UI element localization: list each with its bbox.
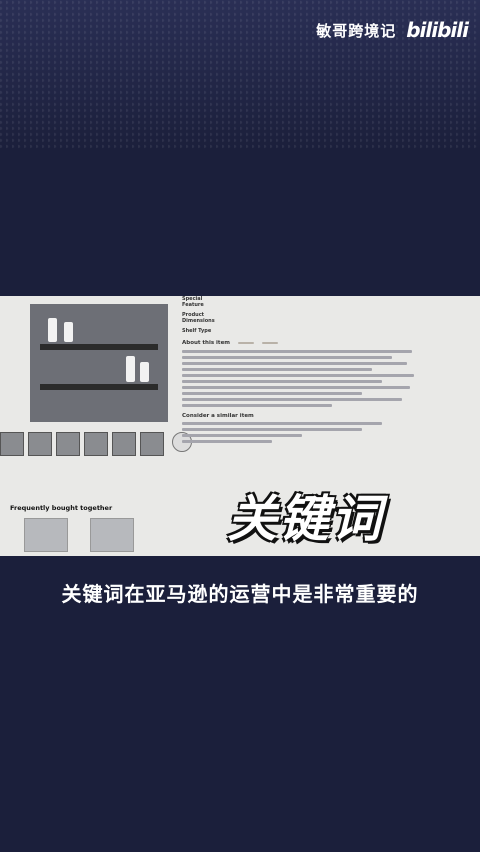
thumbnail[interactable]	[0, 432, 24, 456]
bottle	[140, 362, 149, 382]
bottle	[48, 318, 57, 342]
subtitle: 关键词在亚马逊的运营中是非常重要的	[61, 582, 419, 606]
frequently-bought-title: Frequently bought together	[10, 504, 113, 512]
fbt-product[interactable]	[90, 518, 134, 552]
bottle	[126, 356, 135, 382]
bilibili-logo: bilibili	[406, 18, 469, 42]
similar-item-title: Consider a similar item	[182, 413, 254, 419]
shelf-rack	[40, 384, 158, 390]
thumbnail[interactable]	[140, 432, 164, 456]
about-title-text: About this item	[182, 340, 231, 346]
detail-key: Shelf Type	[182, 328, 212, 334]
thumbnail[interactable]	[84, 432, 108, 456]
channel-watermark: 敏哥跨境记 bilibili	[316, 18, 469, 42]
product-details: Special Feature Product Dimensions Shelf…	[182, 296, 432, 446]
thumbnail[interactable]	[112, 432, 136, 456]
fbt-product[interactable]	[24, 518, 68, 552]
detail-key: Special Feature	[182, 296, 204, 308]
about-tag[interactable]	[237, 342, 254, 344]
about-tag[interactable]	[261, 342, 278, 344]
about-title: About this item	[182, 340, 432, 346]
shelf-rack	[40, 344, 158, 350]
detail-row: Special Feature	[182, 296, 432, 308]
detail-key: Product Dimensions	[182, 312, 215, 324]
thumbnail[interactable]	[56, 432, 80, 456]
similar-lines	[182, 422, 432, 443]
thumbnail[interactable]	[28, 432, 52, 456]
detail-row: Shelf Type	[182, 328, 432, 334]
bottle	[64, 322, 73, 342]
keyword-overlay: 关键词	[227, 490, 383, 548]
bullet-lines	[182, 350, 432, 407]
product-main-image[interactable]	[30, 304, 168, 422]
channel-name: 敏哥跨境记	[316, 21, 397, 40]
detail-row: Product Dimensions	[182, 312, 432, 324]
thumbnail-strip	[0, 432, 192, 456]
